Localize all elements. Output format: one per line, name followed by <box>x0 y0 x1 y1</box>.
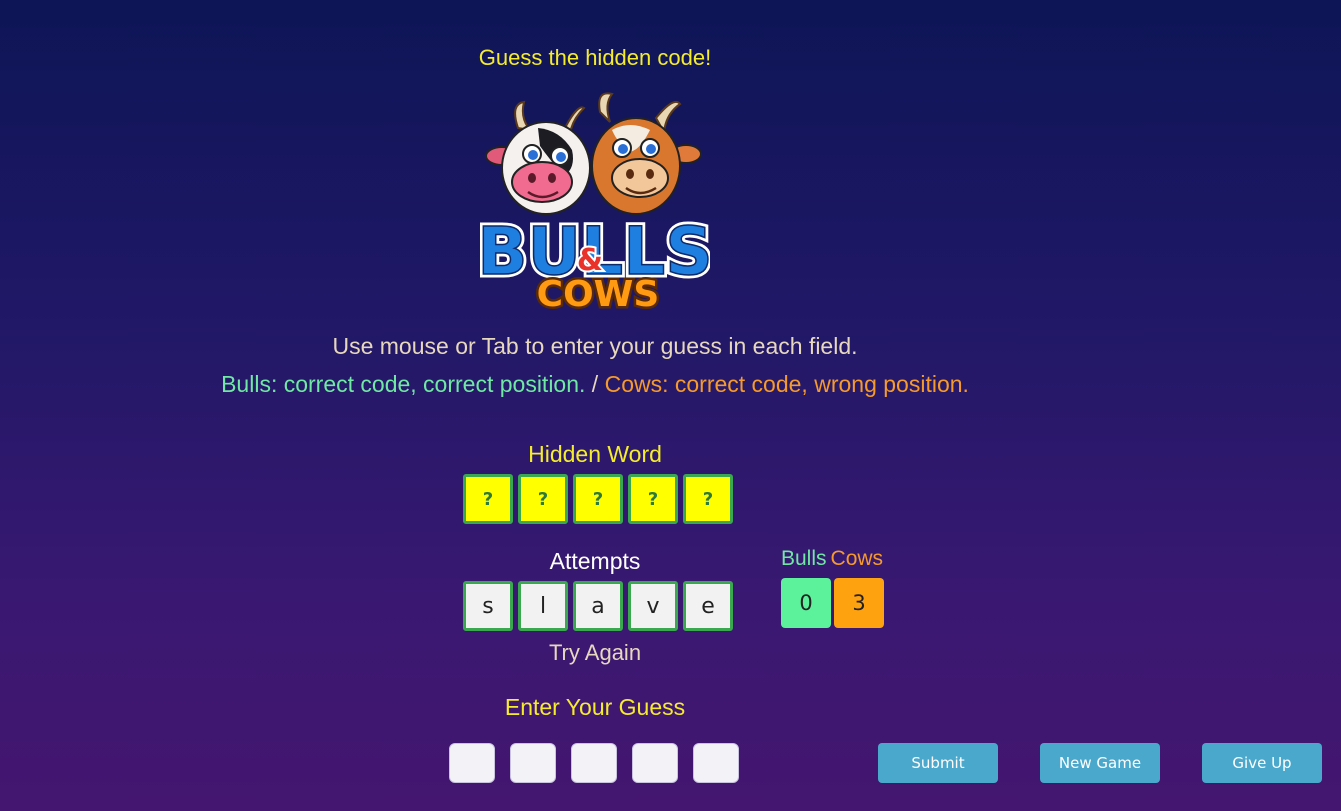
instructions-text: Use mouse or Tab to enter your guess in … <box>332 333 858 359</box>
attempt-tiles: s l a v e <box>463 581 733 631</box>
attempt-tile: v <box>628 581 678 631</box>
rule-separator: / <box>585 371 605 397</box>
bulls-count: 0 <box>781 578 831 628</box>
guess-input-2[interactable] <box>510 743 556 783</box>
score-labels: Bulls Cows <box>781 547 883 571</box>
attempt-status: Try Again <box>548 640 642 665</box>
svg-text:&: & <box>577 243 603 278</box>
rules-legend: Bulls: correct code, correct position. /… <box>221 371 969 398</box>
hidden-tile: ? <box>463 474 513 524</box>
bulls-and-cows-logo: BULLS BULLS & COWS <box>480 92 710 315</box>
cows-rule-text: Cows: correct code, wrong position. <box>604 371 969 397</box>
bulls-rule-text: Bulls: correct code, correct position. <box>221 371 586 397</box>
give-up-button[interactable]: Give Up <box>1202 743 1322 783</box>
guess-input-3[interactable] <box>571 743 617 783</box>
attempts-label: Attempts <box>549 548 641 574</box>
right-cow-icon <box>591 92 702 215</box>
cows-score-label: Cows <box>830 547 884 570</box>
attempt-tile: e <box>683 581 733 631</box>
hidden-tile: ? <box>683 474 733 524</box>
left-cow-icon <box>485 100 591 215</box>
submit-button[interactable]: Submit <box>878 743 998 783</box>
hidden-word-tiles: ? ? ? ? ? <box>463 474 733 524</box>
hidden-tile: ? <box>518 474 568 524</box>
enter-guess-label: Enter Your Guess <box>504 694 686 720</box>
bulls-score-label: Bulls <box>781 547 827 570</box>
guess-input-1[interactable] <box>449 743 495 783</box>
page-title: Guess the hidden code! <box>478 45 712 70</box>
svg-text:COWS: COWS <box>537 274 660 315</box>
new-game-button[interactable]: New Game <box>1040 743 1160 783</box>
hidden-tile: ? <box>628 474 678 524</box>
guess-input-5[interactable] <box>693 743 739 783</box>
guess-input-4[interactable] <box>632 743 678 783</box>
attempt-tile: s <box>463 581 513 631</box>
hidden-word-label: Hidden Word <box>528 441 662 467</box>
attempt-tile: l <box>518 581 568 631</box>
hidden-tile: ? <box>573 474 623 524</box>
cows-count: 3 <box>834 578 884 628</box>
attempt-tile: a <box>573 581 623 631</box>
